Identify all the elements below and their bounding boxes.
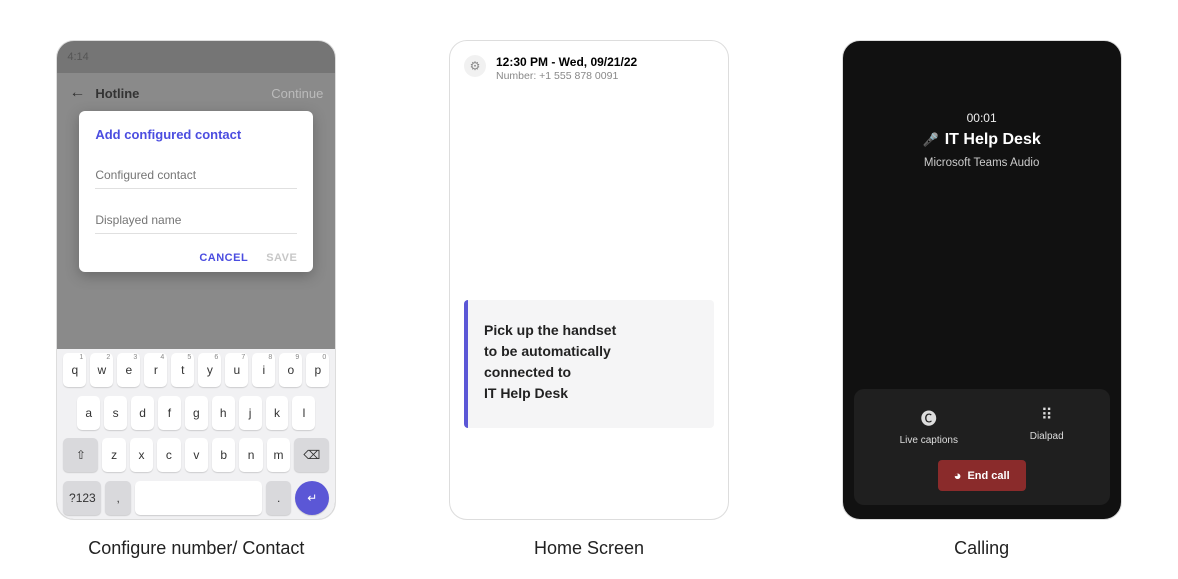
key-u[interactable]: u7	[225, 353, 248, 387]
clock-date: 12:30 PM - Wed, 09/21/22	[496, 55, 637, 69]
live-captions-button[interactable]: 🅒 Live captions	[900, 405, 958, 446]
phone-configure-contact: 4:14 ← Hotline Continue Add configured c…	[56, 40, 336, 520]
app-header: ← Hotline Continue	[57, 73, 335, 113]
key-q[interactable]: q1	[63, 353, 86, 387]
continue-button[interactable]: Continue	[271, 86, 323, 101]
cancel-button[interactable]: CANCEL	[199, 252, 248, 264]
key-p[interactable]: p0	[306, 353, 329, 387]
call-controls-panel: 🅒 Live captions ⠿ Dialpad ◕ End call	[854, 389, 1110, 505]
key-v[interactable]: v	[185, 438, 208, 472]
add-contact-dialog: Add configured contact CANCEL SAVE	[79, 111, 313, 272]
key-j[interactable]: j	[239, 396, 262, 430]
caption-calling: Calling	[954, 538, 1009, 559]
dialpad-button[interactable]: ⠿ Dialpad	[1030, 405, 1064, 446]
key-numeric[interactable]: ?123	[63, 481, 101, 515]
key-l[interactable]: l	[292, 396, 315, 430]
key-t[interactable]: t5	[171, 353, 194, 387]
key-i[interactable]: i8	[252, 353, 275, 387]
dialpad-icon: ⠿	[1041, 405, 1053, 425]
card-text-line3: connected to	[484, 364, 571, 380]
back-icon[interactable]: ←	[69, 84, 85, 102]
key-o[interactable]: o9	[279, 353, 302, 387]
end-call-button[interactable]: ◕ End call	[938, 460, 1026, 491]
caption-configure: Configure number/ Contact	[88, 538, 304, 559]
key-backspace[interactable]: ⌫	[294, 438, 329, 472]
home-header: ⚙ 12:30 PM - Wed, 09/21/22 Number: +1 55…	[450, 41, 728, 90]
phone-home-screen: ⚙ 12:30 PM - Wed, 09/21/22 Number: +1 55…	[449, 40, 729, 520]
microphone-icon: 🎤	[923, 132, 939, 148]
key-comma[interactable]: ,	[105, 481, 130, 515]
key-period[interactable]: .	[266, 481, 291, 515]
call-title: IT Help Desk	[945, 131, 1041, 149]
configured-contact-input[interactable]	[95, 162, 297, 189]
key-c[interactable]: c	[157, 438, 180, 472]
key-n[interactable]: n	[239, 438, 262, 472]
key-x[interactable]: x	[130, 438, 153, 472]
key-b[interactable]: b	[212, 438, 235, 472]
live-captions-label: Live captions	[900, 435, 958, 446]
card-text-line1: Pick up the handset	[484, 322, 616, 338]
captions-icon: 🅒	[921, 405, 937, 429]
key-shift[interactable]: ⇧	[63, 438, 98, 472]
call-subtitle: Microsoft Teams Audio	[924, 157, 1039, 169]
caption-home: Home Screen	[534, 538, 644, 559]
key-space[interactable]	[135, 481, 262, 515]
displayed-name-input[interactable]	[95, 207, 297, 234]
phone-calling: 00:01 🎤 IT Help Desk Microsoft Teams Aud…	[842, 40, 1122, 520]
key-h[interactable]: h	[212, 396, 235, 430]
key-y[interactable]: y6	[198, 353, 221, 387]
key-d[interactable]: d	[131, 396, 154, 430]
key-w[interactable]: w2	[90, 353, 113, 387]
card-text-line4: IT Help Desk	[484, 385, 568, 401]
key-r[interactable]: r4	[144, 353, 167, 387]
phone-number-label: Number: +1 555 878 0091	[496, 70, 637, 82]
end-call-label: End call	[967, 470, 1009, 482]
card-text-line2: to be automatically	[484, 343, 611, 359]
save-button[interactable]: SAVE	[266, 252, 297, 264]
hangup-icon: ◕	[954, 468, 962, 483]
key-e[interactable]: e3	[117, 353, 140, 387]
key-g[interactable]: g	[185, 396, 208, 430]
on-screen-keyboard: q1 w2 e3 r4 t5 y6 u7 i8 o9 p0 a s d f g …	[57, 349, 335, 519]
key-a[interactable]: a	[77, 396, 100, 430]
key-s[interactable]: s	[104, 396, 127, 430]
key-k[interactable]: k	[266, 396, 289, 430]
dialog-title: Add configured contact	[95, 127, 297, 142]
instruction-card: Pick up the handset to be automatically …	[464, 300, 714, 428]
status-time: 4:14	[67, 51, 88, 63]
key-enter[interactable]: ↵	[295, 481, 329, 515]
dialpad-label: Dialpad	[1030, 431, 1064, 442]
key-z[interactable]: z	[102, 438, 125, 472]
page-title: Hotline	[95, 86, 139, 101]
key-f[interactable]: f	[158, 396, 181, 430]
call-timer: 00:01	[967, 111, 997, 125]
status-bar: 4:14	[57, 41, 335, 73]
key-m[interactable]: m	[267, 438, 290, 472]
settings-icon[interactable]: ⚙	[464, 55, 486, 77]
